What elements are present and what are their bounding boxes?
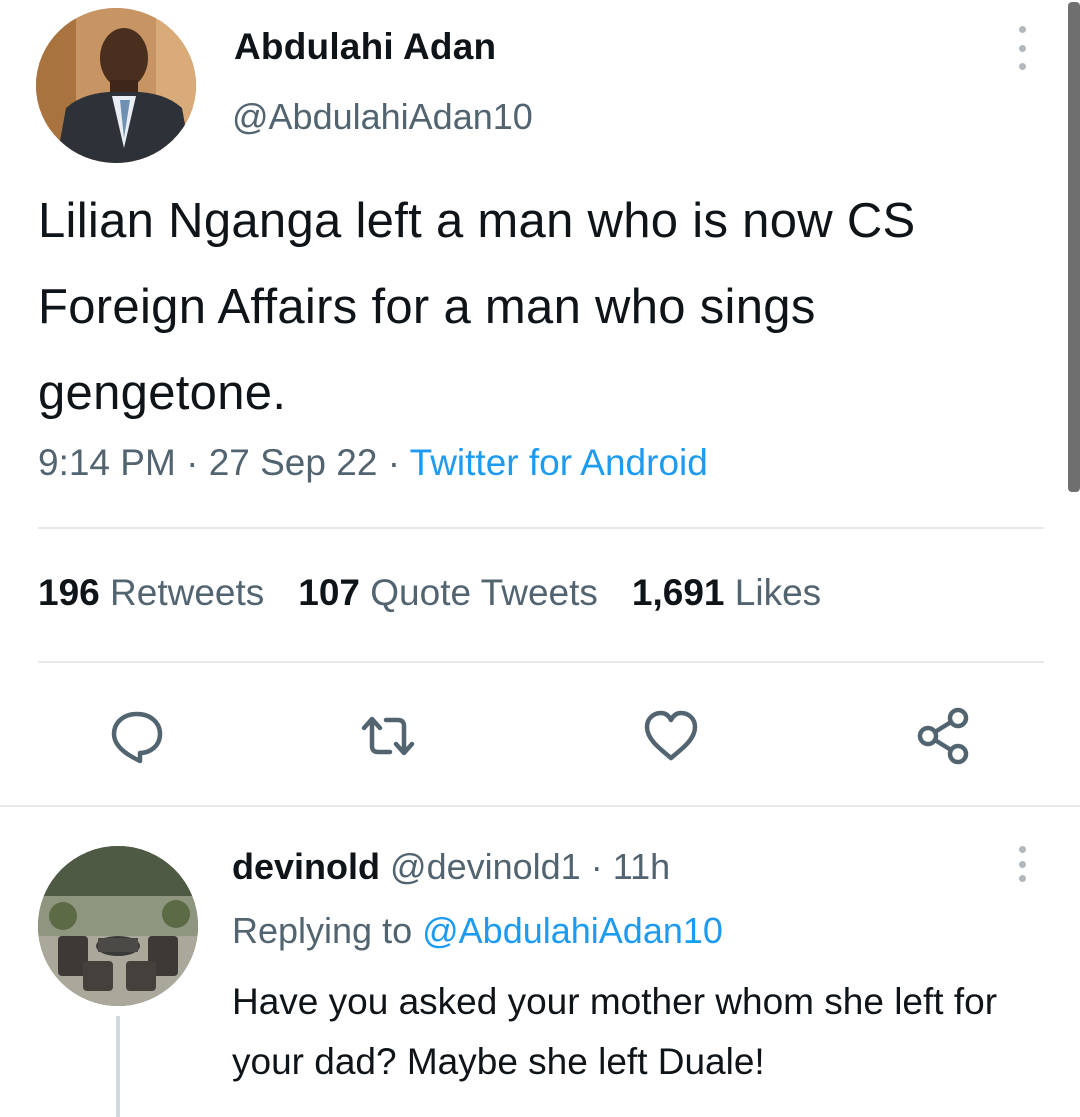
thread-line: [116, 1016, 120, 1117]
likes-stat[interactable]: 1,691 Likes: [632, 572, 821, 613]
replying-to: Replying to @AbdulahiAdan10: [232, 910, 723, 952]
retweets-count: 196: [38, 572, 100, 613]
replying-to-mention[interactable]: @AbdulahiAdan10: [422, 910, 723, 951]
author-display-name[interactable]: Abdulahi Adan: [234, 26, 496, 68]
reply-text: Have you asked your mother whom she left…: [232, 981, 998, 1082]
retweets-label: Retweets: [110, 572, 265, 613]
tweet-stats: 196 Retweets 107 Quote Tweets 1,691 Likes: [38, 572, 821, 614]
meta-separator: ·: [387, 442, 401, 483]
likes-count: 1,691: [631, 572, 725, 613]
author-avatar[interactable]: [36, 8, 196, 163]
author-avatar-image: [36, 8, 196, 163]
tweet-date[interactable]: 27 Sep 22: [209, 442, 378, 483]
section-divider: [0, 805, 1080, 807]
reply-handle[interactable]: @devinold1: [390, 846, 581, 887]
reply-more-options-icon[interactable]: [1010, 846, 1034, 882]
divider: [38, 527, 1044, 529]
retweet-icon[interactable]: [358, 706, 418, 766]
tweet-source[interactable]: Twitter for Android: [410, 442, 708, 483]
quotes-count: 107: [298, 572, 360, 613]
replying-prefix: Replying to: [232, 910, 413, 951]
tweet-time[interactable]: 9:14 PM: [38, 442, 176, 483]
quotes-label: Quote Tweets: [370, 572, 598, 613]
author-handle[interactable]: @AbdulahiAdan10: [232, 96, 533, 138]
reply-age[interactable]: 11h: [613, 846, 670, 887]
like-icon[interactable]: [641, 706, 701, 766]
more-options-icon[interactable]: [1008, 26, 1036, 70]
divider: [38, 661, 1044, 663]
retweets-stat[interactable]: 196 Retweets: [38, 572, 264, 613]
scrollbar[interactable]: [1068, 2, 1080, 492]
reply-separator: ·: [590, 846, 603, 887]
reply-display-name[interactable]: devinold: [232, 846, 380, 887]
reply-avatar-image: [38, 846, 198, 1006]
share-icon[interactable]: [914, 706, 974, 766]
tweet-meta: 9:14 PM · 27 Sep 22 · Twitter for Androi…: [38, 442, 708, 484]
quotes-stat[interactable]: 107 Quote Tweets: [298, 572, 598, 613]
tweet-text: Lilian Nganga left a man who is now CS F…: [38, 194, 916, 420]
reply-header: devinold @devinold1 · 11h: [232, 846, 670, 888]
likes-label: Likes: [734, 572, 822, 613]
reply-avatar[interactable]: [38, 846, 198, 1006]
reply-icon[interactable]: [107, 706, 167, 766]
meta-separator: ·: [186, 442, 199, 483]
